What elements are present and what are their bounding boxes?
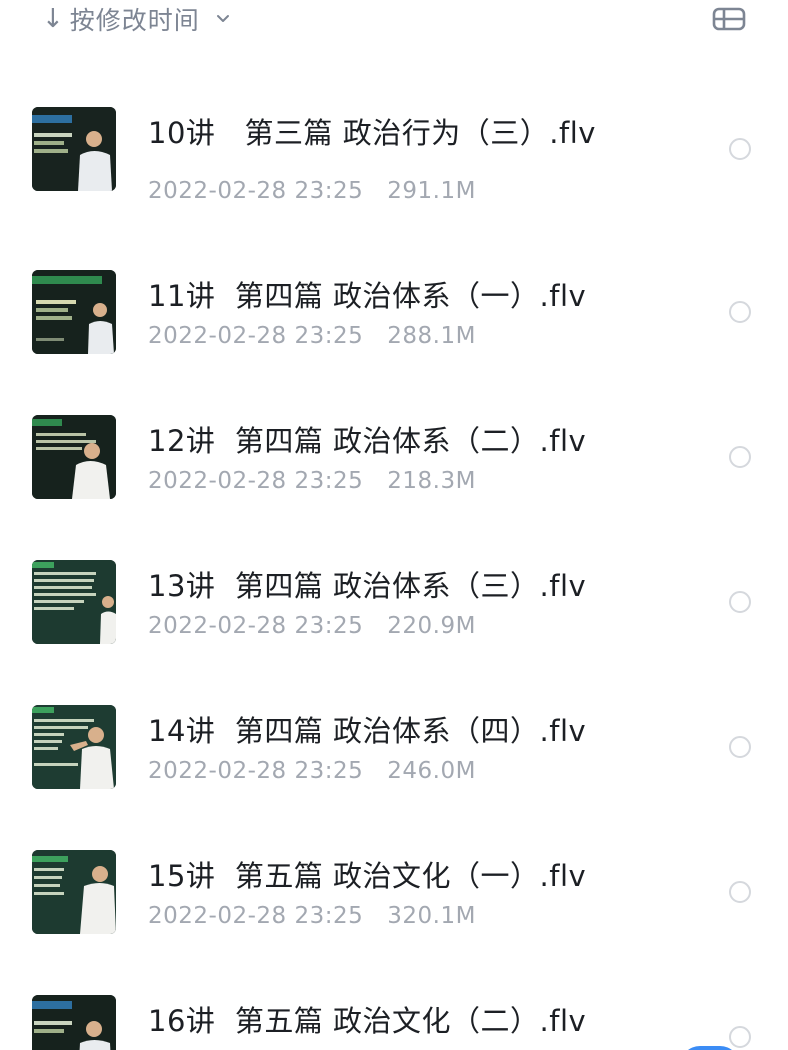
select-radio[interactable] <box>729 1026 751 1048</box>
file-name[interactable]: 12讲 第四篇 政治体系（二）.flv <box>148 418 586 460</box>
select-radio[interactable] <box>729 591 751 613</box>
file-date: 2022-02-28 23:25 <box>148 468 364 494</box>
file-meta: 2022-02-28 23:25 288.1M <box>148 323 476 349</box>
select-radio[interactable] <box>729 881 751 903</box>
file-meta: 2022-02-28 23:25 291.1M <box>148 178 476 204</box>
file-size: 291.1M <box>387 178 476 204</box>
file-date: 2022-02-28 23:25 <box>148 323 364 349</box>
file-meta: 2022-02-28 23:25 220.9M <box>148 613 476 639</box>
video-thumbnail-image <box>32 705 116 789</box>
video-thumbnail <box>32 107 116 191</box>
file-row[interactable]: 12讲 第四篇 政治体系（二）.flv 2022-02-28 23:25 218.… <box>0 398 788 518</box>
sort-direction-icon[interactable]: ↓ <box>42 6 64 32</box>
file-name[interactable]: 14讲 第四篇 政治体系（四）.flv <box>148 708 586 750</box>
video-thumbnail-image <box>32 107 116 191</box>
file-name[interactable]: 11讲 第四篇 政治体系（一）.flv <box>148 273 586 315</box>
file-size: 320.1M <box>387 903 476 929</box>
file-row[interactable]: 11讲 第四篇 政治体系（一）.flv 2022-02-28 23:25 288.… <box>0 253 788 373</box>
file-row[interactable]: 14讲 第四篇 政治体系（四）.flv 2022-02-28 23:25 246.… <box>0 688 788 808</box>
sort-label[interactable]: 按修改时间 <box>70 1 200 37</box>
file-meta: 2022-02-28 23:25 246.0M <box>148 758 476 784</box>
file-row[interactable]: 15讲 第五篇 政治文化（一）.flv 2022-02-28 23:25 320.… <box>0 833 788 953</box>
file-date: 2022-02-28 23:25 <box>148 613 364 639</box>
video-thumbnail-image <box>32 270 116 354</box>
file-row[interactable]: 16讲 第五篇 政治文化（二）.flv <box>0 978 788 1050</box>
file-size: 288.1M <box>387 323 476 349</box>
file-row[interactable]: 10讲 第三篇 政治行为（三）.flv 2022-02-28 23:25 291.… <box>0 90 788 210</box>
file-name[interactable]: 10讲 第三篇 政治行为（三）.flv <box>148 110 596 152</box>
list-view-icon[interactable] <box>712 6 746 32</box>
sort-selector[interactable]: ↓ 按修改时间 <box>42 0 230 38</box>
video-thumbnail <box>32 850 116 934</box>
select-radio[interactable] <box>729 138 751 160</box>
file-name[interactable]: 16讲 第五篇 政治文化（二）.flv <box>148 998 586 1040</box>
file-size: 218.3M <box>387 468 476 494</box>
file-date: 2022-02-28 23:25 <box>148 178 364 204</box>
video-thumbnail <box>32 415 116 499</box>
video-thumbnail-image <box>32 995 116 1050</box>
file-date: 2022-02-28 23:25 <box>148 903 364 929</box>
select-radio[interactable] <box>729 446 751 468</box>
video-thumbnail <box>32 705 116 789</box>
file-size: 246.0M <box>387 758 476 784</box>
file-browser-page: ↓ 按修改时间 10讲 第三篇 政治行为（三）.flv 2022-02-28 2… <box>0 0 788 1050</box>
file-date: 2022-02-28 23:25 <box>148 758 364 784</box>
file-row[interactable]: 13讲 第四篇 政治体系（三）.flv 2022-02-28 23:25 220.… <box>0 543 788 663</box>
video-thumbnail-image <box>32 850 116 934</box>
file-name[interactable]: 15讲 第五篇 政治文化（一）.flv <box>148 853 586 895</box>
video-thumbnail <box>32 560 116 644</box>
video-thumbnail-image <box>32 415 116 499</box>
video-thumbnail-image <box>32 560 116 644</box>
file-size: 220.9M <box>387 613 476 639</box>
video-thumbnail <box>32 995 116 1050</box>
file-name[interactable]: 13讲 第四篇 政治体系（三）.flv <box>148 563 586 605</box>
select-radio[interactable] <box>729 301 751 323</box>
video-thumbnail <box>32 270 116 354</box>
chevron-down-icon[interactable] <box>216 12 230 26</box>
select-radio[interactable] <box>729 736 751 758</box>
file-meta: 2022-02-28 23:25 218.3M <box>148 468 476 494</box>
file-meta: 2022-02-28 23:25 320.1M <box>148 903 476 929</box>
